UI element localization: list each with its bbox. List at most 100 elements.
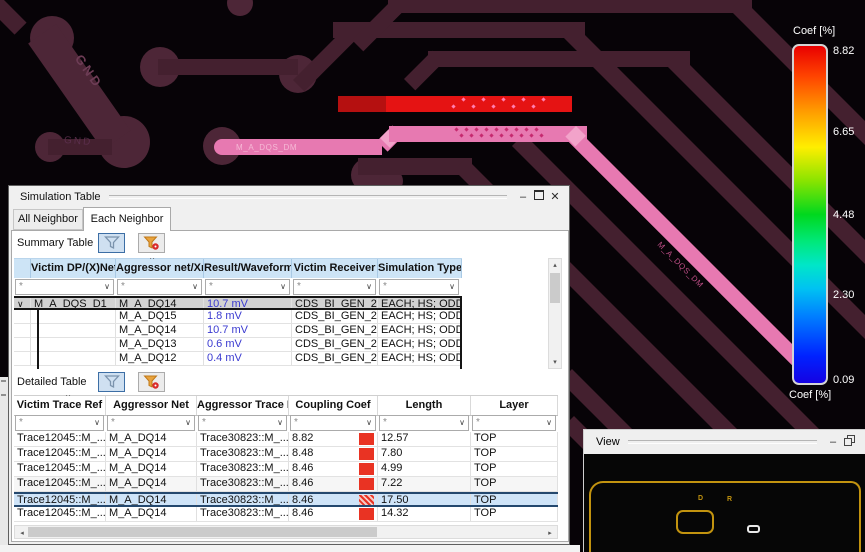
view-window: View – D R <box>583 429 865 552</box>
colorbar-tick: 6.65 <box>833 126 855 138</box>
view-titlebar[interactable]: View – <box>584 430 865 454</box>
cell <box>31 338 116 351</box>
table-row[interactable]: Trace12045::M_... M_A_DQ14 Trace30823::M_.… <box>14 477 558 492</box>
cell: TOP <box>471 462 558 476</box>
close-button[interactable]: ✕ <box>547 188 563 206</box>
tab-each-neighbor[interactable]: Each Neighbor <box>83 207 171 231</box>
filter-value: * <box>111 417 115 428</box>
cell: 0.4 mV <box>204 352 292 365</box>
table-row[interactable]: M_A_DQ151.8 mVCDS_BI_GEN_2P...EACH; HS; … <box>14 310 462 324</box>
table-row[interactable]: Trace12045::M_... M_A_DQ14 Trace30823::M_.… <box>14 507 558 522</box>
pcb-pad <box>227 0 253 16</box>
filter-combobox[interactable]: * ∨ <box>117 278 202 295</box>
expander-icon[interactable]: ∨ <box>14 298 31 308</box>
filter-combobox[interactable]: * ∨ <box>107 415 195 431</box>
column-header[interactable]: Result/Waveform Lib <box>204 259 292 278</box>
clear-filter-icon <box>143 236 159 250</box>
column-header[interactable]: Layer <box>471 396 558 415</box>
window-title: Simulation Table <box>20 190 101 203</box>
filter-value: * <box>383 417 387 428</box>
row-expander <box>14 310 31 323</box>
summary-filter-row: * ∨ * ∨ * ∨ * ∨ * ∨ <box>14 277 463 296</box>
colorbar-title-bottom: Coef [%] <box>789 389 832 401</box>
column-header[interactable]: Victim Trace Ref <box>14 396 106 415</box>
column-header[interactable]: Victim DP/(X)Net <box>31 259 116 278</box>
cell: 8.46 <box>289 507 378 521</box>
filter-value: * <box>297 280 301 292</box>
scroll-down-icon[interactable]: ▾ <box>549 358 561 366</box>
bottom-strip <box>0 545 580 552</box>
panel-grip[interactable] <box>1 380 6 382</box>
tab-all-neighbor[interactable]: All Neighbor <box>13 209 83 230</box>
summary-table: Victim DP/(X)NetAggressor net/XnetResult… <box>14 258 562 369</box>
column-header[interactable]: Aggressor Trace Ref <box>197 396 289 415</box>
cell: Trace12045::M_... <box>14 447 106 461</box>
column-header[interactable]: Victim Receiver <box>292 259 378 278</box>
chevron-down-icon: ∨ <box>459 418 465 427</box>
cell: M_A_DQ15 <box>116 310 204 323</box>
table-row[interactable]: Trace12045::M_... M_A_DQ14 Trace30823::M_.… <box>14 447 558 462</box>
filter-combobox[interactable]: * ∨ <box>205 278 290 295</box>
group-indent-line <box>37 310 39 369</box>
view-canvas[interactable]: D R <box>584 454 865 552</box>
detailed-table: Victim Trace Ref Aggressor Net Aggressor T… <box>14 395 562 541</box>
table-row[interactable]: M_A_DQ12 0.4 mV CDS_BI_GEN_2P EACH; HS; ODD <box>14 352 462 366</box>
cell: 7.80 <box>378 447 471 461</box>
table-row[interactable]: ∨M_A_DQS_D1M_A_DQ1410.7 mVCDS_BI_GEN_2P.… <box>14 296 462 310</box>
column-header[interactable]: Aggressor net/Xnet <box>116 259 204 278</box>
filter-combobox[interactable]: * ∨ <box>198 415 287 431</box>
cell: Trace12045::M_... <box>14 477 106 491</box>
colorbar-tick: 8.82 <box>833 45 855 57</box>
panel-grip[interactable] <box>1 394 6 396</box>
filter-button[interactable] <box>98 372 125 392</box>
scrollbar-thumb[interactable] <box>28 527 377 537</box>
clear-filter-button[interactable] <box>138 233 165 253</box>
table-row[interactable]: Trace12045::M_... M_A_DQ14 Trace30823::M_.… <box>14 462 558 477</box>
table-row[interactable]: Trace12045::M_... M_A_DQ14 Trace30823::M_.… <box>14 432 558 447</box>
filter-combobox[interactable]: * ∨ <box>472 415 556 431</box>
filter-combobox[interactable]: * ∨ <box>290 415 376 431</box>
colorbar-title: Coef [%] <box>793 25 836 37</box>
pcb-trace <box>388 0 752 13</box>
scrollbar-thumb[interactable] <box>550 273 560 303</box>
clear-filter-button[interactable] <box>138 372 165 392</box>
filter-combobox[interactable]: * ∨ <box>15 278 114 295</box>
scroll-left-icon[interactable]: ◂ <box>17 529 27 537</box>
colorbar-tick: 4.48 <box>833 209 855 221</box>
filter-value: * <box>476 417 480 428</box>
filter-value: * <box>19 417 23 428</box>
coef-color-swatch <box>359 478 374 490</box>
filter-combobox[interactable]: * ∨ <box>293 278 376 295</box>
view-minimize-button[interactable]: – <box>825 433 841 451</box>
column-header[interactable]: Aggressor Net <box>106 396 197 415</box>
scroll-right-icon[interactable]: ▸ <box>545 529 555 537</box>
cell: TOP <box>471 432 558 446</box>
scroll-up-icon[interactable]: ▴ <box>549 261 561 269</box>
cell: M_A_DQ14 <box>106 507 197 521</box>
column-header[interactable]: Coupling Coef <box>289 396 378 415</box>
filter-value: * <box>383 280 387 292</box>
cell: Trace30823::M_... <box>197 507 289 521</box>
minimize-button[interactable]: – <box>515 188 531 206</box>
pcb-trace <box>358 158 472 175</box>
column-header[interactable]: Length <box>378 396 471 415</box>
cell: M_A_DQ12 <box>116 352 204 365</box>
maximize-button[interactable] <box>531 188 547 206</box>
table-row[interactable]: Trace12045::M_... M_A_DQ14 Trace30823::M_.… <box>14 492 558 507</box>
cell: EACH; HS; ODD... <box>378 338 462 351</box>
row-expander <box>14 352 31 365</box>
chevron-down-icon: ∨ <box>449 281 455 291</box>
filter-combobox[interactable]: * ∨ <box>15 415 104 431</box>
summary-vertical-scrollbar[interactable]: ▴ ▾ <box>548 258 562 369</box>
table-row[interactable]: M_A_DQ130.6 mVCDS_BI_GEN_2P...EACH; HS; … <box>14 338 462 352</box>
highlighted-trace-red-dark[interactable] <box>338 96 388 112</box>
column-header[interactable]: Simulation Type <box>378 259 462 278</box>
filter-button[interactable] <box>98 233 125 253</box>
table-row[interactable]: M_A_DQ1410.7 mVCDS_BI_GEN_2P...EACH; HS;… <box>14 324 462 338</box>
filter-combobox[interactable]: * ∨ <box>379 278 459 295</box>
view-restore-button[interactable] <box>841 433 857 451</box>
colorbar-tick: 2.30 <box>833 289 855 301</box>
detailed-horizontal-scrollbar[interactable]: ◂ ▸ <box>14 525 558 539</box>
window-titlebar[interactable]: Simulation Table – ✕ <box>9 186 569 207</box>
filter-combobox[interactable]: * ∨ <box>379 415 469 431</box>
